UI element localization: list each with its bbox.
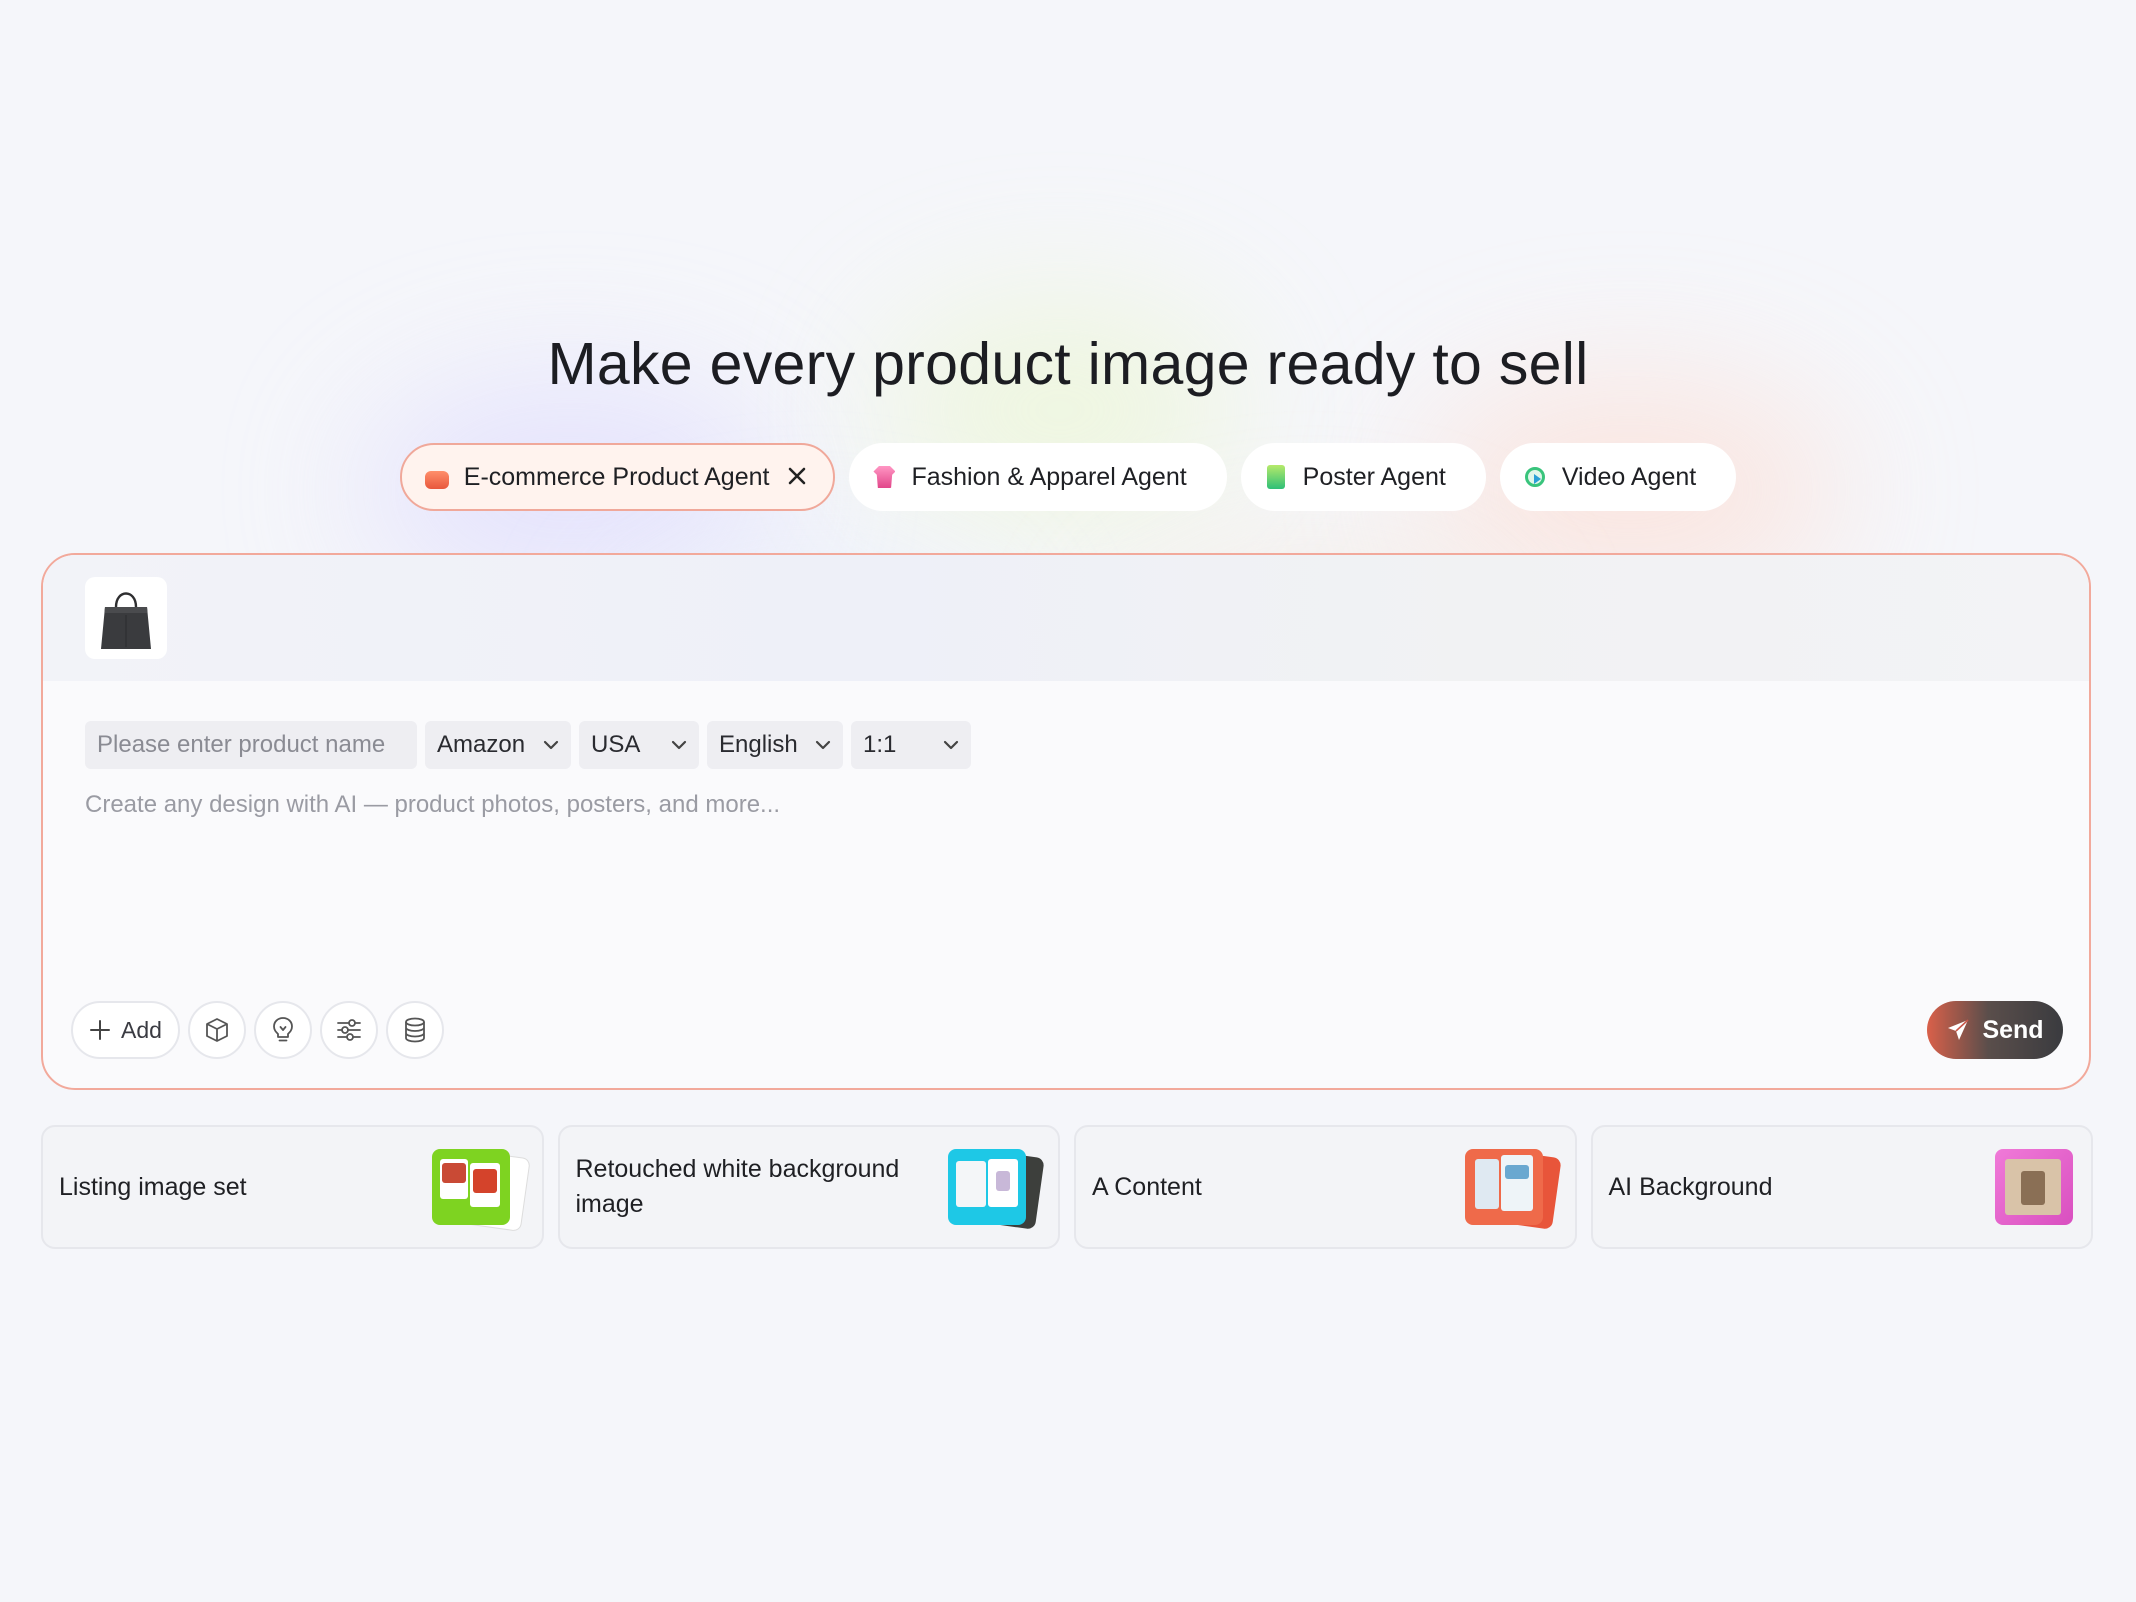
composer-toolbar: Add: [71, 1001, 444, 1059]
template-card-listing[interactable]: Listing image set: [41, 1125, 544, 1249]
option-fields: Please enter product name Amazon USA Eng…: [85, 721, 971, 769]
chevron-down-icon: [931, 740, 959, 750]
sliders-icon: [337, 1019, 361, 1041]
card-label: AI Background: [1608, 1172, 1773, 1201]
agent-tab-ecommerce[interactable]: E-commerce Product Agent: [399, 443, 836, 511]
prompt-placeholder: Create any design with AI — product phot…: [85, 791, 781, 818]
close-icon[interactable]: [787, 463, 807, 491]
poster-icon: [1263, 464, 1289, 490]
shirt-icon: [871, 464, 897, 490]
handbag-icon: [101, 592, 151, 649]
card-label: A Content: [1092, 1172, 1202, 1201]
send-label: Send: [1982, 1015, 2044, 1044]
aspect-ratio-value: 1:1: [863, 731, 897, 758]
chevron-down-icon: [659, 740, 687, 750]
plus-icon: [89, 1019, 111, 1041]
assets-button[interactable]: [385, 1001, 444, 1059]
sofa-icon: [424, 464, 450, 490]
composer: Please enter product name Amazon USA Eng…: [41, 553, 2091, 1090]
region-select[interactable]: USA: [579, 721, 699, 769]
inspiration-button[interactable]: [253, 1001, 312, 1059]
region-value: USA: [591, 731, 641, 758]
agent-tabs: E-commerce Product Agent Fashion & Appar…: [0, 443, 2136, 511]
agent-tab-label: E-commerce Product Agent: [463, 462, 770, 491]
template-card-ai-background[interactable]: AI Background: [1590, 1125, 2093, 1249]
agent-tab-label: Poster Agent: [1302, 462, 1446, 491]
ai-background-thumbnail-icon: [1981, 1145, 2077, 1229]
white-background-thumbnail-icon: [948, 1145, 1045, 1230]
platform-value: Amazon: [437, 731, 526, 758]
page: Make every product image ready to sell E…: [0, 0, 2136, 1602]
send-icon: [1948, 1019, 1969, 1040]
agent-tab-label: Fashion & Apparel Agent: [911, 462, 1187, 491]
product-3d-button[interactable]: [187, 1001, 246, 1059]
aspect-ratio-select[interactable]: 1:1: [851, 721, 971, 769]
agent-tab-video[interactable]: Video Agent: [1499, 443, 1737, 511]
attachments-bar: [43, 555, 2089, 681]
chevron-down-icon: [531, 740, 559, 750]
prompt-textarea[interactable]: Create any design with AI — product phot…: [85, 791, 780, 819]
card-label: Listing image set: [59, 1172, 247, 1201]
database-icon: [405, 1017, 425, 1043]
video-icon: [1522, 464, 1548, 490]
a-content-thumbnail-icon: [1464, 1145, 1562, 1230]
lightbulb-icon: [273, 1017, 293, 1042]
page-title: Make every product image ready to sell: [547, 331, 1589, 397]
product-name-placeholder: Please enter product name: [97, 731, 386, 758]
card-label: Retouched white background image: [575, 1155, 900, 1218]
agent-tab-poster[interactable]: Poster Agent: [1240, 443, 1486, 511]
platform-select[interactable]: Amazon: [425, 721, 571, 769]
chevron-down-icon: [803, 740, 831, 750]
send-button[interactable]: Send: [1927, 1001, 2063, 1059]
attachment-thumbnail[interactable]: [85, 577, 167, 659]
language-value: English: [719, 731, 798, 758]
template-card-white-background[interactable]: Retouched white background image: [557, 1125, 1060, 1249]
add-button[interactable]: Add: [71, 1001, 180, 1059]
agent-tab-fashion[interactable]: Fashion & Apparel Agent: [849, 443, 1227, 511]
language-select[interactable]: English: [707, 721, 843, 769]
product-name-input[interactable]: Please enter product name: [85, 721, 417, 769]
cube-icon: [206, 1018, 228, 1042]
agent-tab-label: Video Agent: [1561, 462, 1697, 491]
add-label: Add: [121, 1016, 162, 1043]
template-card-a-content[interactable]: A Content: [1074, 1125, 1577, 1249]
listing-thumbnail-icon: [431, 1145, 531, 1232]
quick-templates: Listing image set Retouched white backgr…: [41, 1125, 2093, 1249]
settings-button[interactable]: [319, 1001, 378, 1059]
